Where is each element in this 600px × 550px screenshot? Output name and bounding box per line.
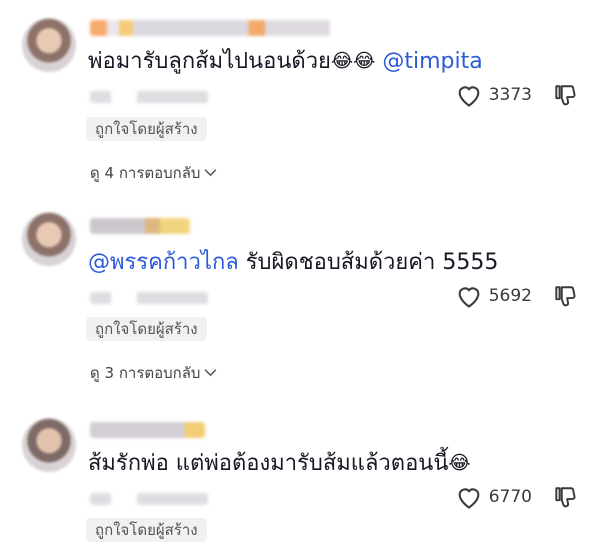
emoji: 😂 — [448, 452, 471, 474]
chevron-down-icon — [205, 369, 217, 377]
like-count: 6770 — [488, 487, 532, 507]
thumbs-down-outline-icon[interactable] — [552, 83, 578, 109]
timestamp-blurred — [90, 493, 208, 505]
like-button[interactable]: 5692 — [455, 283, 532, 309]
like-button[interactable]: 3373 — [455, 82, 532, 108]
username-blurred[interactable] — [90, 422, 205, 438]
timestamp-blurred — [90, 292, 208, 304]
comment-body: พ่อมารับลูกส้มไปนอนด้วย — [88, 49, 331, 74]
comment-1: พ่อมารับลูกส้มไปนอนด้วย😂😂 @timpita 3373 … — [0, 0, 600, 195]
comment-text: พ่อมารับลูกส้มไปนอนด้วย😂😂 @timpita — [88, 46, 483, 77]
view-replies-button[interactable]: ดู 3 การตอบกลับ — [90, 361, 217, 385]
comment-text: @พรรคก้าวไกล รับผิดชอบส้มด้วยค่า 5555 — [88, 248, 498, 278]
creator-liked-badge: ถูกใจโดยผู้สร้าง — [86, 317, 207, 341]
mention-link[interactable]: @พรรคก้าวไกล — [88, 250, 239, 275]
heart-outline-icon[interactable] — [455, 82, 483, 108]
comment-body: รับผิดชอบส้มด้วยค่า 5555 — [238, 250, 499, 275]
avatar[interactable] — [22, 418, 76, 472]
like-count: 5692 — [488, 286, 532, 306]
thumbs-down-outline-icon[interactable] — [552, 485, 578, 511]
avatar[interactable] — [22, 18, 76, 72]
comment-2: @พรรคก้าวไกล รับผิดชอบส้มด้วยค่า 5555 56… — [0, 200, 600, 390]
comment-text: ส้มรักพ่อ แต่พ่อต้องมารับส้มแล้วตอนนี้😂 — [88, 448, 471, 479]
avatar[interactable] — [22, 212, 76, 266]
comment-3: ส้มรักพ่อ แต่พ่อต้องมารับส้มแล้วตอนนี้😂 … — [0, 400, 600, 550]
creator-liked-badge: ถูกใจโดยผู้สร้าง — [86, 117, 207, 141]
creator-liked-badge: ถูกใจโดยผู้สร้าง — [86, 518, 207, 542]
thumbs-down-outline-icon[interactable] — [552, 284, 578, 310]
mention-link[interactable]: @timpita — [382, 49, 482, 74]
like-count: 3373 — [488, 85, 532, 105]
emoji: 😂😂 — [330, 50, 376, 72]
heart-outline-icon[interactable] — [455, 484, 483, 510]
view-replies-label[interactable]: ดู 3 การตอบกลับ — [90, 361, 200, 385]
heart-outline-icon[interactable] — [455, 283, 483, 309]
view-replies-button[interactable]: ดู 4 การตอบกลับ — [90, 161, 217, 185]
timestamp-blurred — [90, 91, 208, 103]
username-blurred[interactable] — [90, 20, 330, 36]
like-button[interactable]: 6770 — [455, 484, 532, 510]
chevron-down-icon — [205, 169, 217, 177]
username-blurred[interactable] — [90, 218, 190, 234]
comment-body: ส้มรักพ่อ แต่พ่อต้องมารับส้มแล้วตอนนี้ — [88, 451, 449, 476]
view-replies-label[interactable]: ดู 4 การตอบกลับ — [90, 161, 200, 185]
